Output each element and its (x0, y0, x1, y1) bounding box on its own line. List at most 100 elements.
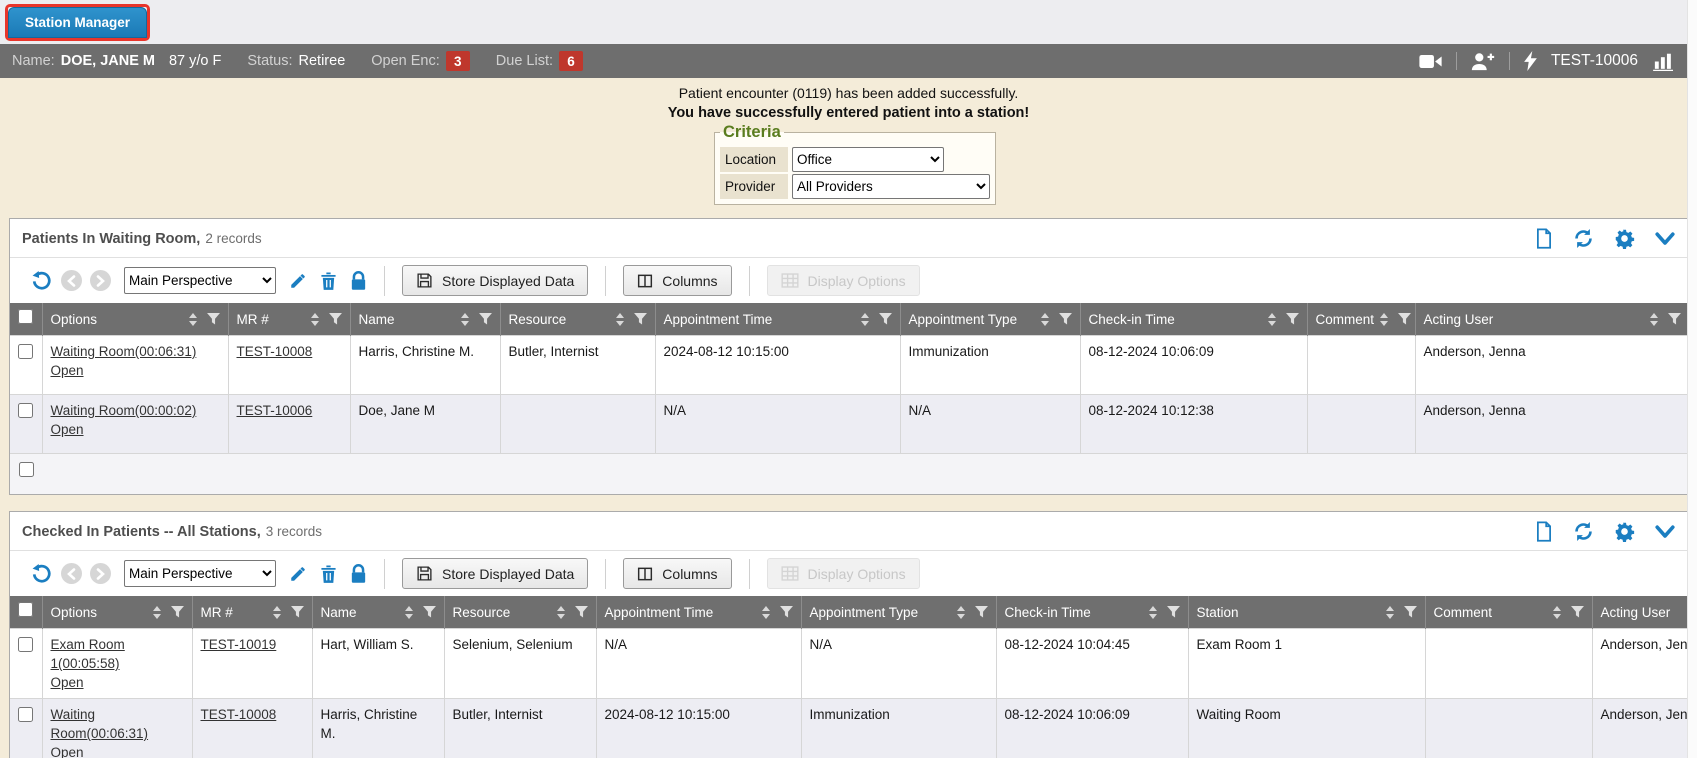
collapse-chevron-icon[interactable] (1655, 232, 1675, 246)
row-checkbox[interactable] (18, 344, 33, 359)
provider-select[interactable]: All Providers (792, 174, 990, 199)
column-header-appointment-type[interactable]: Appointment Type (900, 303, 1080, 336)
column-header-appointment-type[interactable]: Appointment Type (801, 596, 996, 629)
column-header-resource[interactable]: Resource (444, 596, 596, 629)
sort-icon[interactable] (1644, 313, 1658, 326)
filter-icon[interactable] (1286, 313, 1299, 325)
sort-icon[interactable] (399, 606, 413, 619)
column-header-checkin-time[interactable]: Check-in Time (996, 596, 1188, 629)
sort-icon[interactable] (756, 606, 770, 619)
filter-icon[interactable] (879, 313, 892, 325)
column-header-checkin-time[interactable]: Check-in Time (1080, 303, 1307, 336)
perspective-select[interactable]: Main Perspective (124, 560, 276, 587)
location-select[interactable]: Office (792, 147, 944, 172)
filter-icon[interactable] (1571, 606, 1584, 618)
store-displayed-data-button[interactable]: Store Displayed Data (402, 558, 588, 589)
gear-icon[interactable] (1614, 228, 1635, 249)
new-document-icon[interactable] (1535, 521, 1553, 542)
mr-number-link[interactable]: TEST-10008 (201, 705, 277, 724)
filter-icon[interactable] (1404, 606, 1417, 618)
column-header-mr[interactable]: MR # (228, 303, 350, 336)
lock-perspective-icon[interactable] (350, 564, 367, 584)
open-link[interactable]: Open (51, 361, 84, 380)
filter-icon[interactable] (1668, 313, 1681, 325)
filter-icon[interactable] (634, 313, 647, 325)
sort-icon[interactable] (951, 606, 965, 619)
filter-icon[interactable] (171, 606, 184, 618)
filter-icon[interactable] (207, 313, 220, 325)
filter-icon[interactable] (329, 313, 342, 325)
sort-icon[interactable] (610, 313, 624, 326)
sort-icon[interactable] (1262, 313, 1276, 326)
delete-perspective-icon[interactable] (320, 564, 337, 584)
mr-number-link[interactable]: TEST-10008 (237, 342, 313, 361)
open-enc-badge[interactable]: 3 (446, 51, 470, 71)
sort-icon[interactable] (1380, 606, 1394, 619)
refresh-icon[interactable] (1573, 521, 1594, 542)
new-document-icon[interactable] (1535, 228, 1553, 249)
sort-icon[interactable] (855, 313, 869, 326)
column-header-acting-user[interactable]: Acting User (1592, 596, 1688, 629)
gear-icon[interactable] (1614, 521, 1635, 542)
undo-icon[interactable] (30, 563, 53, 584)
station-timer-link[interactable]: Waiting Room(00:06:31) (51, 705, 184, 743)
column-header-name[interactable]: Name (312, 596, 444, 629)
sort-icon[interactable] (551, 606, 565, 619)
column-header-station[interactable]: Station (1188, 596, 1425, 629)
select-all-checkbox[interactable] (18, 309, 33, 324)
sort-icon[interactable] (305, 313, 319, 326)
bar-chart-icon[interactable] (1652, 52, 1675, 71)
columns-button[interactable]: Columns (623, 265, 731, 296)
collapse-chevron-icon[interactable] (1655, 525, 1675, 539)
next-perspective-button[interactable] (90, 270, 111, 291)
filter-icon[interactable] (575, 606, 588, 618)
row-checkbox[interactable] (18, 403, 33, 418)
station-timer-link[interactable]: Exam Room 1(00:05:58) (51, 635, 184, 673)
perspective-select[interactable]: Main Perspective (124, 267, 276, 294)
filter-icon[interactable] (423, 606, 436, 618)
prev-perspective-button[interactable] (61, 563, 82, 584)
lock-perspective-icon[interactable] (350, 271, 367, 291)
station-manager-tab[interactable]: Station Manager (8, 7, 147, 38)
sort-icon[interactable] (147, 606, 161, 619)
filter-icon[interactable] (291, 606, 304, 618)
footer-checkbox[interactable] (19, 462, 34, 477)
filter-icon[interactable] (479, 313, 492, 325)
filter-icon[interactable] (1398, 313, 1411, 325)
vertical-scrollbar[interactable] (1687, 0, 1697, 758)
column-header-acting-user[interactable]: Acting User (1415, 303, 1688, 336)
column-header-mr[interactable]: MR # (192, 596, 312, 629)
edit-perspective-icon[interactable] (289, 272, 307, 290)
delete-perspective-icon[interactable] (320, 271, 337, 291)
edit-perspective-icon[interactable] (289, 565, 307, 583)
video-camera-icon[interactable] (1419, 54, 1442, 69)
due-list-badge[interactable]: 6 (559, 51, 583, 71)
filter-icon[interactable] (975, 606, 988, 618)
columns-button[interactable]: Columns (623, 558, 731, 589)
station-timer-link[interactable]: Waiting Room(00:00:02) (51, 401, 197, 420)
open-link[interactable]: Open (51, 420, 84, 439)
open-link[interactable]: Open (51, 673, 84, 692)
column-header-comment[interactable]: Comment (1425, 596, 1592, 629)
column-header-options[interactable]: Options (42, 596, 192, 629)
column-header-comment[interactable]: Comment (1307, 303, 1415, 336)
next-perspective-button[interactable] (90, 563, 111, 584)
undo-icon[interactable] (30, 270, 53, 291)
refresh-icon[interactable] (1573, 228, 1594, 249)
mr-number-link[interactable]: TEST-10006 (237, 401, 313, 420)
column-header-resource[interactable]: Resource (500, 303, 655, 336)
row-checkbox[interactable] (18, 707, 33, 722)
prev-perspective-button[interactable] (61, 270, 82, 291)
column-header-options[interactable]: Options (42, 303, 228, 336)
sort-icon[interactable] (455, 313, 469, 326)
select-all-checkbox[interactable] (18, 602, 33, 617)
filter-icon[interactable] (1167, 606, 1180, 618)
column-header-appointment-time[interactable]: Appointment Time (596, 596, 801, 629)
lightning-icon[interactable] (1524, 51, 1537, 71)
sort-icon[interactable] (1374, 313, 1388, 326)
station-timer-link[interactable]: Waiting Room(00:06:31) (51, 342, 197, 361)
sort-icon[interactable] (1035, 313, 1049, 326)
sort-icon[interactable] (267, 606, 281, 619)
row-checkbox[interactable] (18, 637, 33, 652)
column-header-name[interactable]: Name (350, 303, 500, 336)
